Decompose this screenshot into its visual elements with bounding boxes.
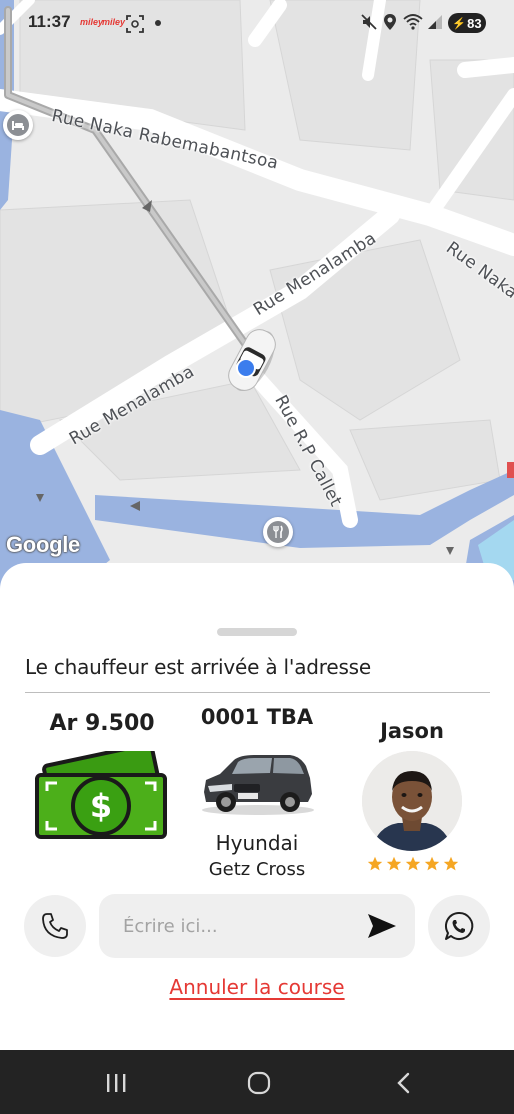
status-bar: 11:37 miley miley ⚡ 83 (0, 0, 514, 46)
star-icon (443, 856, 459, 871)
star-icon (367, 856, 383, 871)
signal-icon (428, 15, 442, 29)
vehicle-model: Getz Cross (208, 859, 306, 880)
battery-level: 83 (467, 15, 482, 31)
divider (25, 692, 490, 693)
cash-money-icon: $ (35, 751, 167, 839)
recent-apps-button[interactable] (96, 1068, 136, 1098)
screenshot-icon (126, 15, 144, 33)
miley-notification-icon-2: miley (102, 17, 126, 27)
message-box (99, 894, 415, 958)
back-button[interactable] (384, 1068, 424, 1098)
call-button[interactable] (24, 895, 86, 957)
current-location-dot (236, 358, 256, 378)
status-time: 11:37 (28, 12, 71, 31)
google-attribution: Google (6, 532, 80, 557)
hotel-pin-icon[interactable] (3, 110, 33, 140)
trip-status-message: Le chauffeur est arrivée à l'adresse (25, 655, 371, 679)
drag-handle[interactable] (217, 628, 297, 636)
location-icon (384, 14, 396, 30)
trip-bottom-sheet: Le chauffeur est arrivée à l'adresse Ar … (0, 563, 514, 1050)
home-button[interactable] (239, 1068, 279, 1098)
vehicle-make: Hyundai (215, 831, 299, 855)
recent-apps-icon (107, 1074, 126, 1092)
star-icon (386, 856, 402, 871)
whatsapp-button[interactable] (428, 895, 490, 957)
restaurant-pin-icon[interactable] (263, 517, 293, 547)
home-icon (247, 1071, 271, 1095)
vehicle-image (202, 755, 314, 815)
system-nav-bar (0, 1050, 514, 1114)
mute-icon (361, 14, 377, 30)
more-notifications-dot (155, 20, 161, 26)
driver-avatar[interactable] (362, 751, 462, 851)
cancel-ride-link[interactable]: Annuler la course (0, 975, 514, 999)
whatsapp-icon (444, 911, 474, 940)
wifi-icon (403, 14, 423, 30)
driver-name: Jason (380, 719, 444, 743)
star-icon (424, 856, 440, 871)
star-icon (405, 856, 421, 871)
message-input[interactable] (123, 894, 353, 958)
send-icon (368, 914, 396, 938)
map-view[interactable]: Rue Naka Rabemabantsoa Rue Naka Rue Mena… (0, 0, 514, 600)
license-plate: 0001 TBA (200, 705, 314, 729)
send-button[interactable] (365, 911, 399, 941)
back-icon (397, 1072, 410, 1094)
battery-charging-icon: ⚡ 83 (448, 13, 486, 33)
driver-rating (363, 856, 463, 872)
phone-icon (42, 913, 68, 939)
svg-text:$: $ (90, 787, 112, 825)
miley-notification-icon: miley (80, 17, 104, 27)
